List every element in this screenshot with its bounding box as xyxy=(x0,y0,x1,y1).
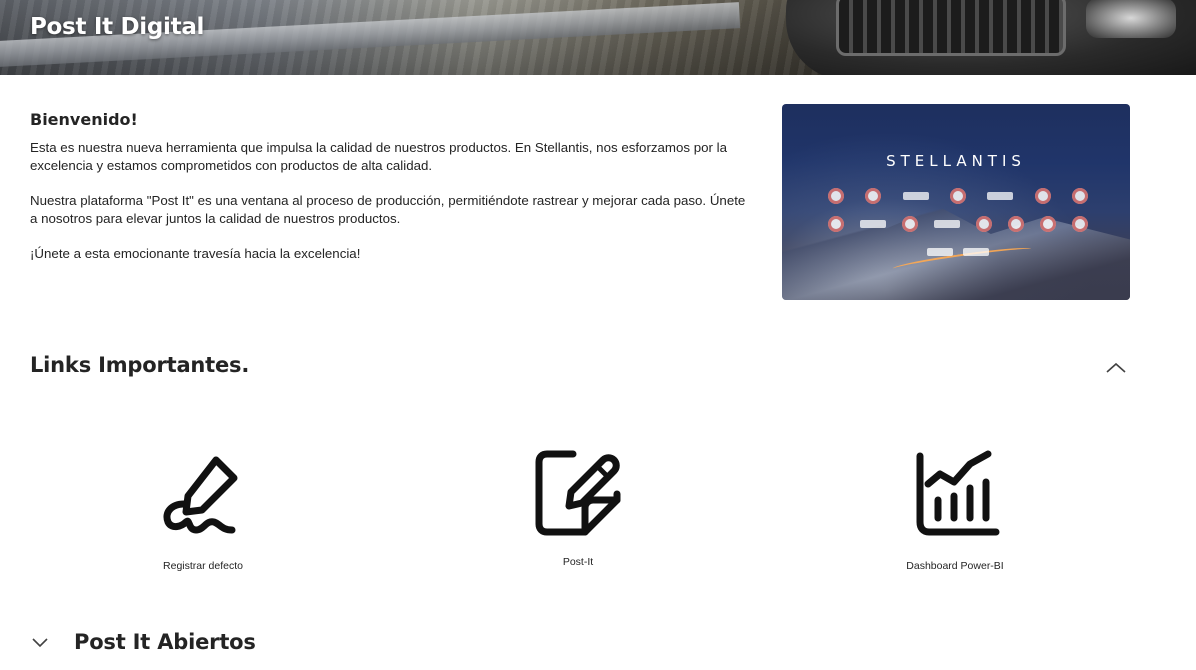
post-it-abiertos-title: Post It Abiertos xyxy=(74,630,256,654)
brand-logo xyxy=(976,216,992,232)
welcome-paragraph-3: ¡Únete a esta emocionante travesía hacia… xyxy=(30,246,361,261)
brand-logos-row-2 xyxy=(828,216,1088,232)
welcome-paragraph-2: Nuestra plataforma "Post It" es una vent… xyxy=(30,193,746,226)
brand-logo xyxy=(860,220,886,228)
link-registrar-defecto[interactable]: Registrar defecto xyxy=(103,446,303,576)
brand-logo xyxy=(949,188,966,204)
site-title: Post It Digital xyxy=(30,14,205,40)
brand-logo xyxy=(1040,216,1056,232)
links-section-title: Links Importantes. xyxy=(30,353,250,377)
banner-truck-grille xyxy=(836,0,1066,56)
brand-logo xyxy=(987,192,1014,200)
signature-pen-icon xyxy=(163,456,238,534)
brand-logo xyxy=(902,216,918,232)
link-dashboard-power-bi[interactable]: Dashboard Power-BI xyxy=(855,446,1055,576)
stellantis-logo: STELLANTIS xyxy=(886,152,1026,170)
chevron-up-icon xyxy=(1106,362,1126,373)
link-label: Dashboard Power-BI xyxy=(906,560,1004,572)
brand-logo xyxy=(1071,188,1088,204)
brand-logo xyxy=(828,216,844,232)
post-it-abiertos-header[interactable]: Post It Abiertos xyxy=(30,628,256,656)
brand-logo xyxy=(1034,188,1051,204)
brand-logos xyxy=(828,188,1088,268)
brand-logo xyxy=(1072,216,1088,232)
stellantis-hero-image: STELLANTIS xyxy=(782,104,1130,300)
welcome-heading: Bienvenido! xyxy=(30,110,138,129)
brand-logos-row-1 xyxy=(828,188,1088,204)
links-collapse-button[interactable] xyxy=(1104,358,1128,378)
brand-logo xyxy=(927,248,953,256)
banner-truck-headlamp xyxy=(1086,0,1176,38)
brand-logo xyxy=(1008,216,1024,232)
welcome-paragraph-1: Esta es nuestra nueva herramienta que im… xyxy=(30,140,727,173)
brand-logos-row-3 xyxy=(828,244,1088,256)
brand-logo xyxy=(963,248,989,256)
sticky-note-edit-icon xyxy=(535,450,621,536)
link-post-it[interactable]: Post-It xyxy=(478,446,678,576)
brand-logo xyxy=(902,192,929,200)
link-label: Post-It xyxy=(562,556,594,568)
chart-trend-icon xyxy=(916,450,1000,536)
header-banner: Post It Digital xyxy=(0,0,1196,75)
brand-logo xyxy=(828,188,844,204)
chevron-down-icon xyxy=(32,638,48,648)
link-label: Registrar defecto xyxy=(163,560,243,572)
brand-logo xyxy=(934,220,960,228)
brand-logo xyxy=(865,188,882,204)
welcome-section: Bienvenido! Esta es nuestra nueva herram… xyxy=(30,110,750,280)
